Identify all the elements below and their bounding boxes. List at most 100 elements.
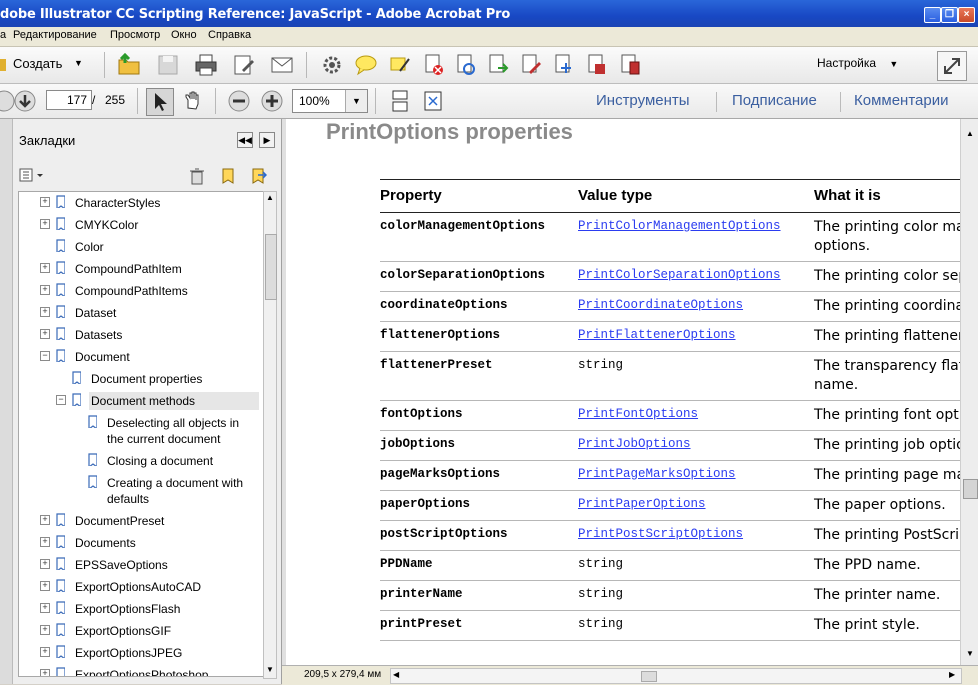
value-type-link[interactable]: PrintFontOptions xyxy=(578,407,698,421)
expand-icon[interactable]: + xyxy=(40,219,50,229)
bookmark-arrow-icon[interactable] xyxy=(249,167,267,185)
highlight-icon[interactable] xyxy=(388,53,412,77)
bookmark-item[interactable]: + Dataset xyxy=(19,302,264,324)
close-button[interactable]: × xyxy=(958,7,975,23)
collapse-icon[interactable]: − xyxy=(56,395,66,405)
document-scrollbar[interactable]: ▲ ▼ xyxy=(960,119,978,665)
menu-edit[interactable]: Редактирование xyxy=(13,29,97,41)
edit-document-icon[interactable] xyxy=(232,53,256,77)
edit-text-icon[interactable] xyxy=(519,53,543,77)
menu-view[interactable]: Просмотр xyxy=(110,29,160,41)
expand-icon[interactable]: + xyxy=(40,515,50,525)
new-bookmark-icon[interactable] xyxy=(219,167,237,185)
value-type-link[interactable]: PrintPaperOptions xyxy=(578,497,706,511)
options-menu-button[interactable] xyxy=(18,167,45,183)
bookmark-item[interactable]: − Document xyxy=(19,346,264,368)
trash-icon[interactable] xyxy=(188,167,206,185)
print-icon[interactable] xyxy=(194,53,218,77)
email-icon[interactable] xyxy=(270,53,294,77)
bookmarks-scrollbar[interactable]: ▲ ▼ xyxy=(263,191,277,679)
menu-window[interactable]: Окно xyxy=(171,29,197,41)
scroll-down-arrow[interactable]: ▼ xyxy=(264,664,276,676)
next-page-icon[interactable] xyxy=(13,89,37,113)
select-tool-button[interactable] xyxy=(146,88,174,116)
comments-pane-button[interactable]: Комментарии xyxy=(854,92,948,109)
bookmark-item[interactable]: Color xyxy=(19,236,264,258)
sign-pane-button[interactable]: Подписание xyxy=(732,92,817,109)
hand-tool-icon[interactable] xyxy=(180,88,206,114)
delete-page-icon[interactable] xyxy=(422,53,446,77)
expand-icon[interactable]: + xyxy=(40,197,50,207)
panel-forward-button[interactable]: ▶ xyxy=(259,132,275,148)
value-type-link[interactable]: PrintFlattenerOptions xyxy=(578,328,736,342)
tools-pane-button[interactable]: Инструменты xyxy=(596,92,690,109)
expand-icon[interactable]: + xyxy=(40,625,50,635)
expand-icon[interactable]: + xyxy=(40,581,50,591)
scroll-thumb[interactable] xyxy=(265,234,277,300)
fit-page-icon[interactable] xyxy=(421,89,445,113)
expand-icon[interactable]: + xyxy=(40,329,50,339)
settings-menu[interactable]: Настройка ▼ xyxy=(817,56,898,70)
bookmark-item[interactable]: Closing a document xyxy=(19,450,264,472)
comment-icon[interactable] xyxy=(354,53,378,77)
bookmark-item[interactable]: + ExportOptionsFlash xyxy=(19,598,264,620)
menu-file[interactable]: а xyxy=(0,29,6,41)
value-type-link[interactable]: PrintColorSeparationOptions xyxy=(578,268,781,282)
scroll-up-arrow[interactable]: ▲ xyxy=(965,129,975,139)
page-number-input[interactable] xyxy=(46,90,92,110)
bookmark-item[interactable]: + ExportOptionsPhotoshop xyxy=(19,664,264,676)
scroll-thumb[interactable] xyxy=(641,671,657,682)
value-type-link[interactable]: PrintPostScriptOptions xyxy=(578,527,743,541)
bookmark-item[interactable]: + Datasets xyxy=(19,324,264,346)
collapse-panel-button[interactable]: ◀◀ xyxy=(237,132,253,148)
bookmark-item[interactable]: + CharacterStyles xyxy=(19,192,264,214)
extract-page-icon[interactable] xyxy=(486,53,510,77)
value-type-link[interactable]: PrintPageMarksOptions xyxy=(578,467,736,481)
menu-help[interactable]: Справка xyxy=(208,29,251,41)
expand-icon[interactable]: + xyxy=(40,669,50,676)
bookmark-item[interactable]: + Documents xyxy=(19,532,264,554)
bookmark-item[interactable]: + CompoundPathItems xyxy=(19,280,264,302)
bookmark-item[interactable]: + EPSSaveOptions xyxy=(19,554,264,576)
expand-icon[interactable]: + xyxy=(40,285,50,295)
crop-page-icon[interactable] xyxy=(585,53,609,77)
scroll-mode-icon[interactable] xyxy=(388,89,412,113)
gear-icon[interactable] xyxy=(320,53,344,77)
scroll-up-arrow[interactable]: ▲ xyxy=(264,192,276,204)
maximize-button[interactable]: ❐ xyxy=(941,7,958,23)
bookmark-item[interactable]: + CMYKColor xyxy=(19,214,264,236)
scroll-down-arrow[interactable]: ▼ xyxy=(965,649,975,659)
value-type-link[interactable]: PrintCoordinateOptions xyxy=(578,298,743,312)
insert-page-icon[interactable] xyxy=(552,53,576,77)
bookmark-item[interactable]: Deselecting all objects in the current do… xyxy=(19,412,264,450)
bookmark-item[interactable]: + ExportOptionsJPEG xyxy=(19,642,264,664)
expand-icon[interactable]: + xyxy=(40,307,50,317)
save-icon[interactable] xyxy=(156,53,180,77)
scroll-right-arrow[interactable]: ▶ xyxy=(949,670,955,679)
collapse-icon[interactable]: − xyxy=(40,351,50,361)
zoom-select[interactable]: 100% ▼ xyxy=(292,89,368,113)
split-document-icon[interactable] xyxy=(618,53,642,77)
chevron-down-icon[interactable]: ▼ xyxy=(345,90,367,112)
expand-icon[interactable]: + xyxy=(40,603,50,613)
expand-icon[interactable]: + xyxy=(40,537,50,547)
zoom-out-icon[interactable] xyxy=(227,89,251,113)
bookmark-item[interactable]: − Document methods xyxy=(19,390,264,412)
rotate-page-icon[interactable] xyxy=(454,53,478,77)
expand-icon[interactable]: + xyxy=(40,559,50,569)
expand-icon[interactable]: + xyxy=(40,647,50,657)
bookmark-item[interactable]: Creating a document with defaults xyxy=(19,472,264,510)
scroll-left-arrow[interactable]: ◀ xyxy=(393,670,399,679)
zoom-in-icon[interactable] xyxy=(260,89,284,113)
create-button[interactable]: Создать ▼ xyxy=(0,55,102,77)
bookmark-item[interactable]: + CompoundPathItem xyxy=(19,258,264,280)
value-type-link[interactable]: PrintColorManagementOptions xyxy=(578,219,781,233)
scroll-thumb[interactable] xyxy=(963,479,978,499)
open-folder-icon[interactable] xyxy=(117,53,141,77)
bookmark-item[interactable]: + DocumentPreset xyxy=(19,510,264,532)
fullscreen-button[interactable] xyxy=(937,51,967,81)
bookmark-item[interactable]: Document properties xyxy=(19,368,264,390)
value-type-link[interactable]: PrintJobOptions xyxy=(578,437,691,451)
expand-icon[interactable]: + xyxy=(40,263,50,273)
bookmark-item[interactable]: + ExportOptionsAutoCAD xyxy=(19,576,264,598)
